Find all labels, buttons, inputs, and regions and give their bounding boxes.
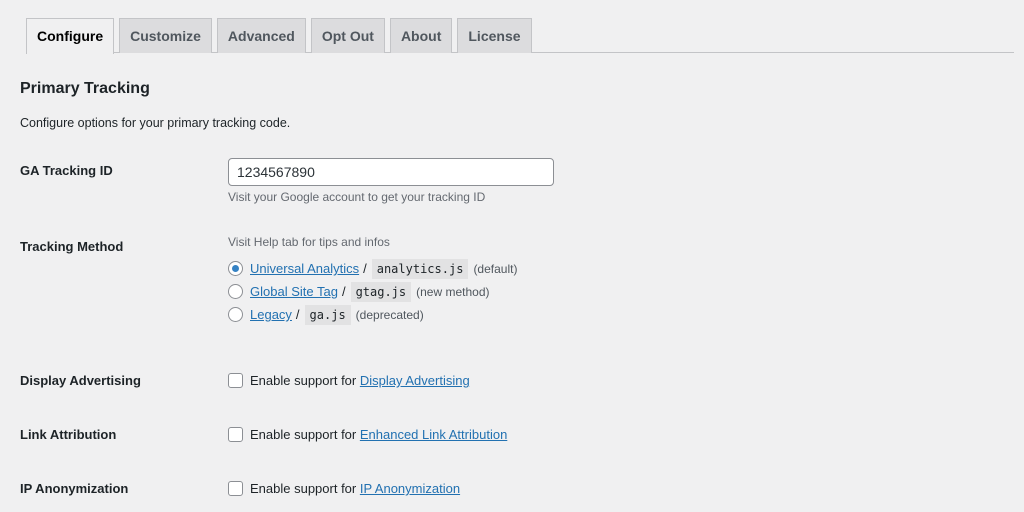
note-default: (default) [473,261,518,276]
display-advertising-link[interactable]: Display Advertising [360,373,470,388]
legacy-link[interactable]: Legacy [250,307,292,322]
display-advertising-label: Display Advertising [20,373,141,388]
code-ga-js: ga.js [304,304,351,325]
tab-customize[interactable]: Customize [119,18,212,53]
tracking-method-label: Tracking Method [20,239,124,254]
link-attribution-option[interactable]: Enable support for Enhanced Link Attribu… [228,423,507,446]
tab-license[interactable]: License [457,18,532,53]
ip-anonymization-label: IP Anonymization [20,481,129,496]
tracking-id-input[interactable] [228,158,554,186]
display-advertising-checkbox[interactable] [228,373,243,388]
section-description: Configure options for your primary track… [20,116,291,130]
universal-analytics-link[interactable]: Universal Analytics [250,261,359,276]
tab-about[interactable]: About [389,18,453,53]
link-attribution-label: Link Attribution [20,427,117,442]
ip-anonymization-link[interactable]: IP Anonymization [360,481,460,496]
checkbox-text: Enable support for [250,373,357,388]
ip-anonymization-option[interactable]: Enable support for IP Anonymization [228,477,460,500]
enhanced-link-attribution-link[interactable]: Enhanced Link Attribution [360,427,507,442]
section-title: Primary Tracking [20,80,150,97]
separator: / [295,307,300,322]
separator: / [363,261,367,276]
separator: / [341,284,346,299]
note-deprecated: (deprecated) [355,307,424,322]
tab-opt-out[interactable]: Opt Out [310,18,385,53]
checkbox-text: Enable support for [250,427,357,442]
ip-anonymization-checkbox[interactable] [228,481,243,496]
tracking-option-gtag[interactable]: Global Site Tag / gtag.js (new method) [228,280,517,303]
tracking-method-hint: Visit Help tab for tips and infos [228,235,390,249]
radio-global-site-tag[interactable] [228,284,243,299]
radio-legacy[interactable] [228,307,243,322]
note-new-method: (new method) [416,284,490,299]
code-analytics-js: analytics.js [371,258,469,279]
radio-universal-analytics[interactable] [228,261,243,276]
tab-configure[interactable]: Configure [26,18,115,54]
checkbox-text: Enable support for [250,481,357,496]
code-gtag-js: gtag.js [350,281,412,302]
tracking-option-universal[interactable]: Universal Analytics / analytics.js (defa… [228,257,517,280]
tracking-id-label: GA Tracking ID [20,163,113,178]
tab-advanced[interactable]: Advanced [216,18,306,53]
display-advertising-option[interactable]: Enable support for Display Advertising [228,369,470,392]
tracking-id-hint: Visit your Google account to get your tr… [228,190,486,204]
tab-bar: Configure Customize Advanced Opt Out Abo… [26,18,1014,54]
tracking-option-legacy[interactable]: Legacy / ga.js (deprecated) [228,303,517,326]
global-site-tag-link[interactable]: Global Site Tag [250,284,338,299]
link-attribution-checkbox[interactable] [228,427,243,442]
